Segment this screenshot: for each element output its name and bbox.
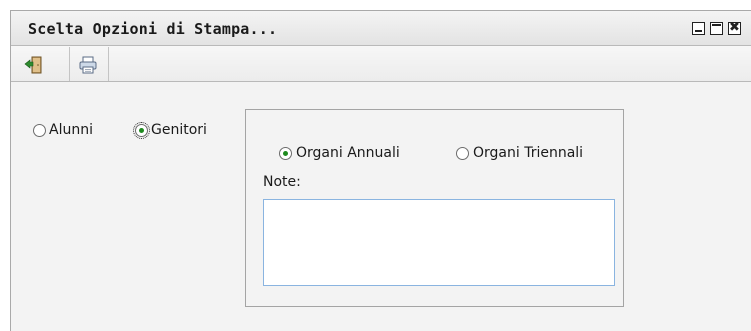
close-button[interactable]: ✖ xyxy=(728,22,741,35)
printer-icon xyxy=(79,56,97,74)
organi-annuali-label[interactable]: Organi Annuali xyxy=(296,145,400,161)
toolbar xyxy=(11,46,751,82)
maximize-button[interactable] xyxy=(710,22,723,35)
minimize-button[interactable] xyxy=(692,22,705,35)
organi-annuali-radio[interactable] xyxy=(279,147,292,160)
genitori-label[interactable]: Genitori xyxy=(151,122,207,138)
window-titlebar[interactable]: Scelta Opzioni di Stampa... ✖ xyxy=(11,11,751,46)
window-title: Scelta Opzioni di Stampa... xyxy=(28,20,278,38)
organi-triennali-radio[interactable] xyxy=(456,147,469,160)
alunni-radio[interactable] xyxy=(33,124,46,137)
genitori-radio[interactable] xyxy=(133,122,150,139)
note-label: Note: xyxy=(263,174,301,190)
note-textarea[interactable] xyxy=(263,199,615,286)
print-button[interactable] xyxy=(69,47,109,81)
exit-door-icon xyxy=(24,56,42,74)
exit-button[interactable] xyxy=(15,47,51,81)
print-options-window: Scelta Opzioni di Stampa... ✖ Alunni Gen… xyxy=(10,10,751,331)
organi-triennali-label[interactable]: Organi Triennali xyxy=(473,145,583,161)
alunni-label[interactable]: Alunni xyxy=(49,122,93,138)
